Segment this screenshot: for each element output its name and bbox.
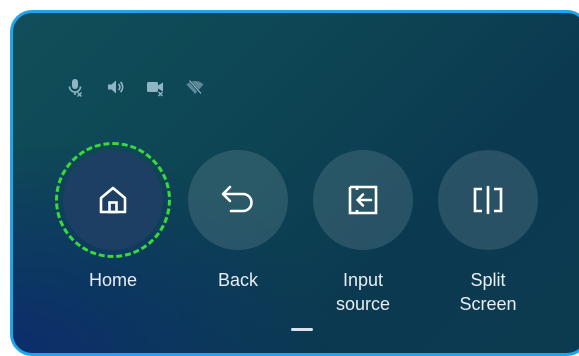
split-screen-label: Split Screen <box>428 268 548 316</box>
input-source-label-line1: Input <box>342 270 384 290</box>
input-source-button[interactable]: Input source <box>313 150 413 316</box>
split-screen-button[interactable]: Split Screen <box>438 150 538 316</box>
back-label: Back <box>217 270 259 290</box>
input-source-icon <box>348 185 378 215</box>
back-button-circle[interactable] <box>188 150 288 250</box>
split-screen-label-line2: Screen <box>459 294 517 314</box>
home-icon <box>99 186 127 214</box>
input-source-button-circle[interactable] <box>313 150 413 250</box>
split-screen-label-line1: Split <box>470 270 506 290</box>
home-label: Home <box>88 270 137 290</box>
camera-muted-icon[interactable] <box>145 77 165 97</box>
home-button-circle[interactable] <box>55 142 171 258</box>
status-icons-row <box>65 77 205 97</box>
quick-settings-panel: Home Back Input source Split Screen <box>10 10 579 356</box>
back-arrow-icon <box>221 185 253 213</box>
mic-muted-icon[interactable] <box>65 77 85 97</box>
back-button[interactable]: Back <box>188 150 288 292</box>
speaker-icon[interactable] <box>105 77 125 97</box>
home-button[interactable]: Home <box>55 142 171 292</box>
wifi-off-icon[interactable] <box>185 77 205 97</box>
page-indicator <box>291 328 313 331</box>
split-screen-button-circle[interactable] <box>438 150 538 250</box>
input-source-label: Input source <box>303 268 423 316</box>
input-source-label-line2: source <box>335 294 391 314</box>
split-screen-icon <box>473 186 503 214</box>
